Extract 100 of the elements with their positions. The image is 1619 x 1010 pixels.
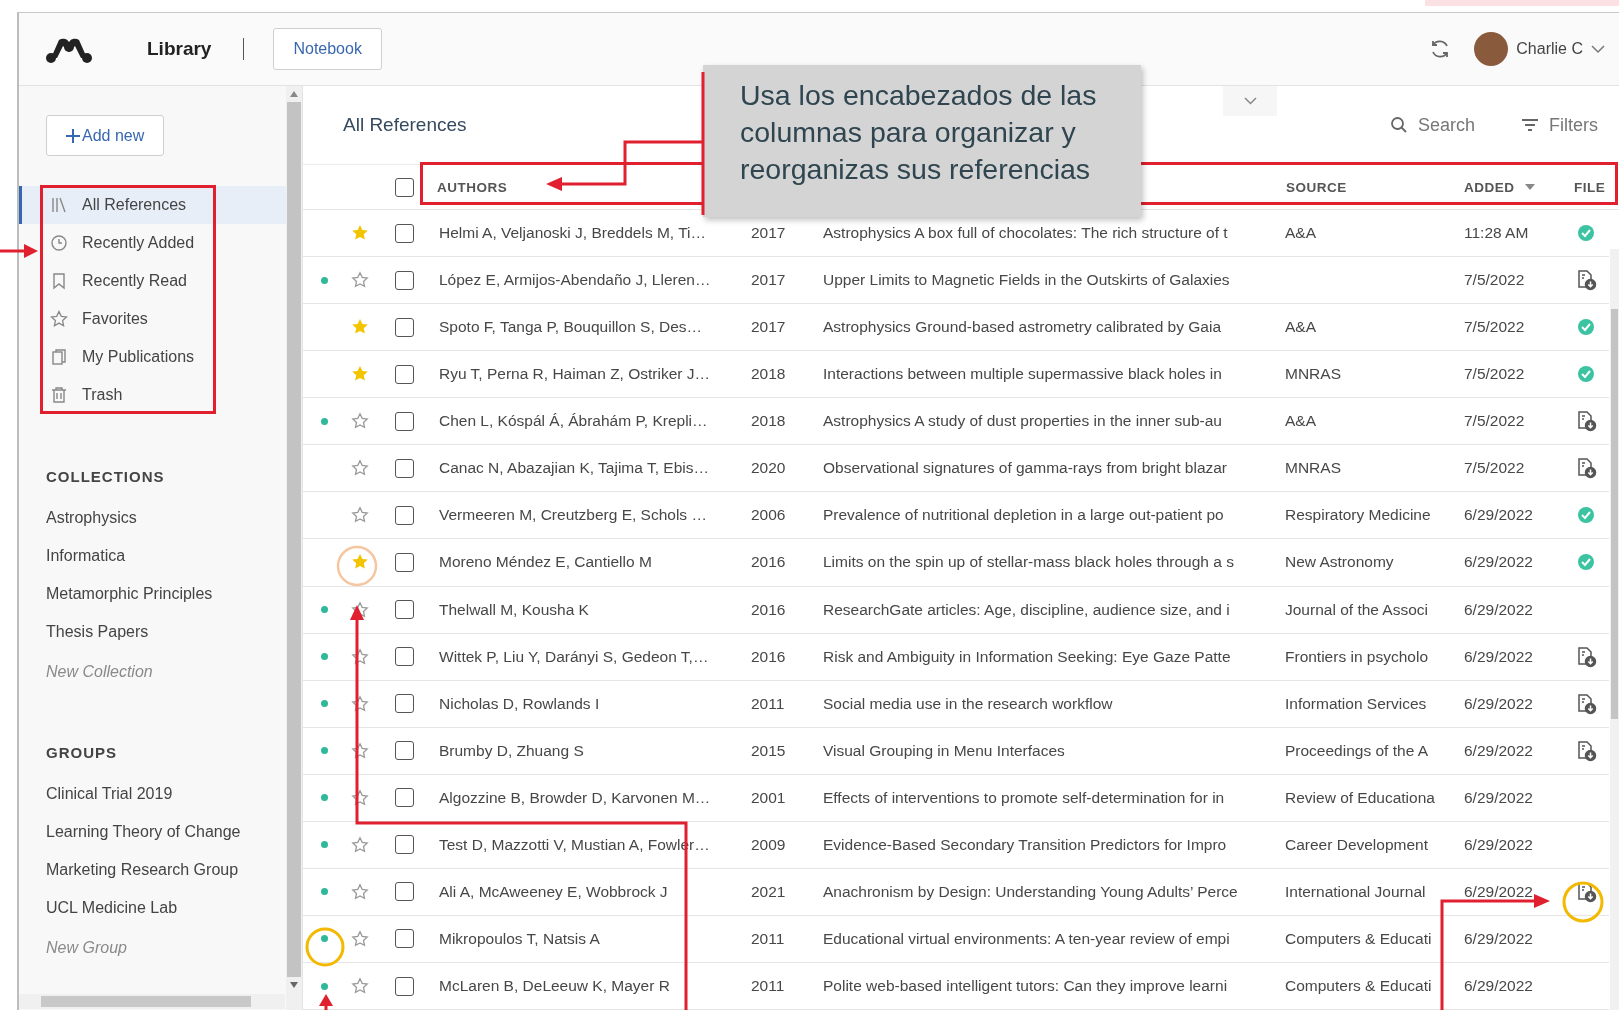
collection-item[interactable]: Thesis Papers bbox=[19, 613, 286, 651]
row-checkbox[interactable] bbox=[394, 788, 414, 808]
sidebar-item[interactable]: Trash bbox=[19, 376, 286, 414]
file-download-icon[interactable] bbox=[1575, 692, 1597, 715]
author-cell-text: Canac N, Abazajian K, Tajima T, Ebis… bbox=[438, 459, 710, 478]
row-checkbox[interactable] bbox=[394, 552, 414, 572]
favorite-star-icon[interactable] bbox=[351, 929, 369, 948]
user-name[interactable]: Charlie C bbox=[1516, 40, 1583, 58]
group-item[interactable]: UCL Medicine Lab bbox=[19, 889, 286, 927]
sidebar-item[interactable]: Recently Added bbox=[19, 224, 286, 262]
sidebar-item[interactable]: My Publications bbox=[19, 338, 286, 376]
clock-icon bbox=[50, 234, 68, 252]
row-checkbox[interactable] bbox=[394, 929, 414, 949]
filters-button[interactable]: Filters bbox=[1521, 114, 1598, 136]
favorite-star-icon[interactable] bbox=[351, 506, 369, 525]
sidebar-item[interactable]: Recently Read bbox=[19, 262, 286, 300]
title-cell-text: Astrophysics Ground-based astrometry calibrated by Gaia bbox=[822, 318, 1222, 337]
year-cell-text: 2011 bbox=[750, 929, 786, 948]
file-download-icon[interactable] bbox=[1575, 645, 1597, 668]
row-checkbox[interactable] bbox=[394, 741, 414, 761]
collection-item[interactable]: Metamorphic Principles bbox=[19, 575, 286, 613]
scroll-down-icon[interactable] bbox=[290, 982, 298, 988]
section-heading: GROUPS bbox=[46, 744, 118, 761]
row-checkbox[interactable] bbox=[394, 600, 414, 620]
group-item[interactable]: Clinical Trial 2019 bbox=[19, 775, 286, 813]
sidebar-item-label: All References bbox=[82, 196, 187, 214]
row-checkbox[interactable] bbox=[394, 505, 414, 525]
group-item[interactable]: Learning Theory of Change bbox=[19, 813, 286, 851]
add-new-button[interactable]: Add new bbox=[46, 115, 165, 156]
nav-tab[interactable]: Library bbox=[145, 34, 214, 64]
row-checkbox[interactable] bbox=[394, 976, 414, 996]
file-download-icon[interactable] bbox=[1575, 739, 1597, 762]
date-cell-text: 6/29/2022 bbox=[1463, 647, 1534, 666]
row-checkbox[interactable] bbox=[394, 223, 414, 243]
column-header[interactable]: ADDED bbox=[1456, 179, 1561, 195]
title-cell-text: Upper Limits to Magnetic Fields in the Outskirts of Galaxies bbox=[822, 271, 1231, 290]
favorite-star-icon[interactable] bbox=[351, 271, 369, 290]
row-checkbox[interactable] bbox=[394, 411, 414, 431]
collection-item[interactable]: Astrophysics bbox=[19, 499, 286, 537]
table-row[interactable]: Moreno Méndez E, Cantiello M 2016 Limits on the spin up of stellar-mass black holes through a s New Astronomy 6/29/2022 bbox=[303, 539, 1609, 587]
table-row[interactable]: Vermeeren M, Creutzberg E, Schols … 2006 Prevalence of nutritional depletion in a large out-patient po Respiratory Medicine 6/29/2022 bbox=[303, 492, 1609, 540]
scrollbar[interactable] bbox=[286, 86, 302, 1010]
scrollbar[interactable] bbox=[1610, 249, 1619, 1010]
row-checkbox[interactable] bbox=[394, 647, 414, 667]
sidebar-item[interactable]: All References bbox=[19, 186, 286, 224]
column-header[interactable]: SOURCE bbox=[1286, 179, 1347, 195]
sidebar-item-label: My Publications bbox=[82, 348, 195, 366]
year-cell-text: 2021 bbox=[750, 882, 787, 901]
favorite-star-icon[interactable] bbox=[351, 600, 369, 619]
sidebar-item[interactable]: Favorites bbox=[19, 300, 286, 338]
file-download-icon[interactable] bbox=[1575, 410, 1597, 433]
source-cell-text: Computers & Educati bbox=[1284, 929, 1433, 948]
table-row[interactable]: Ryu T, Perna R, Haiman Z, Ostriker J… 2018 Interactions between multiple supermassive black holes in MNRAS 7/5/2022 bbox=[303, 351, 1609, 399]
year-cell-text: 2020 bbox=[750, 459, 787, 478]
row-checkbox[interactable] bbox=[394, 835, 414, 855]
file-download-icon[interactable] bbox=[1575, 269, 1597, 292]
group-item[interactable]: Marketing Research Group bbox=[19, 851, 286, 889]
year-cell-text: 2017 bbox=[750, 318, 787, 337]
favorite-star-icon[interactable] bbox=[351, 788, 369, 807]
horizontal-scrollbar[interactable] bbox=[19, 994, 285, 1009]
year-cell-text: 2011 bbox=[750, 694, 786, 713]
date-cell-text: 6/29/2022 bbox=[1463, 506, 1534, 525]
favorite-star-icon[interactable] bbox=[351, 977, 369, 996]
nav-tab[interactable]: Notebook bbox=[273, 28, 382, 70]
favorite-star-icon[interactable] bbox=[351, 412, 369, 431]
list-title: All References bbox=[343, 114, 467, 136]
column-header[interactable]: AUTHORS bbox=[437, 179, 508, 195]
row-checkbox[interactable] bbox=[394, 882, 414, 902]
favorite-star-icon[interactable] bbox=[351, 741, 369, 760]
row-checkbox[interactable] bbox=[394, 270, 414, 290]
date-cell-text: 7/5/2022 bbox=[1463, 318, 1526, 337]
row-checkbox[interactable] bbox=[394, 458, 414, 478]
chevron-down-icon[interactable] bbox=[1591, 44, 1605, 54]
year-cell-text: 2017 bbox=[750, 271, 787, 290]
title-cell-text: Risk and Ambiguity in Information Seeking: Eye Gaze Patte bbox=[822, 647, 1232, 666]
callout-box: Usa los encabezados de las columnas para organizar y reorganizas sus referencias bbox=[703, 65, 1141, 217]
title-cell-text: Limits on the spin up of stellar-mass black holes through a s bbox=[822, 553, 1235, 572]
search-icon bbox=[1389, 116, 1408, 134]
table-row[interactable]: Canac N, Abazajian K, Tajima T, Ebis… 2020 Observational signatures of gamma-rays from bright blazar MNRAS 7/5/2022 bbox=[303, 445, 1609, 493]
select-all-checkbox[interactable] bbox=[394, 177, 414, 197]
file-download-icon[interactable] bbox=[1575, 457, 1597, 480]
author-cell-text: Algozzine B, Browder D, Karvonen M… bbox=[438, 788, 712, 807]
favorite-star-icon[interactable] bbox=[351, 882, 369, 901]
year-cell-text: 2006 bbox=[750, 506, 787, 525]
row-checkbox[interactable] bbox=[394, 694, 414, 714]
row-checkbox[interactable] bbox=[394, 317, 414, 337]
avatar[interactable] bbox=[1474, 32, 1509, 66]
favorite-star-icon[interactable] bbox=[351, 459, 369, 478]
favorite-star-icon[interactable] bbox=[351, 835, 369, 854]
favorite-star-icon[interactable] bbox=[351, 694, 369, 713]
collection-item[interactable]: Informatica bbox=[19, 537, 286, 575]
row-checkbox[interactable] bbox=[394, 364, 414, 384]
date-cell-text: 6/29/2022 bbox=[1463, 694, 1534, 713]
favorite-star-icon[interactable] bbox=[351, 647, 369, 666]
scroll-up-icon[interactable] bbox=[290, 91, 298, 97]
table-row[interactable]: Spoto F, Tanga P, Bouquillon S, Des… 2017 Astrophysics Ground-based astrometry calibrated by Gaia A&A 7/5/2022 bbox=[303, 304, 1609, 352]
search-button[interactable]: Search bbox=[1389, 114, 1475, 136]
title-cell-text: Polite web-based intelligent tutors: Can they improve learni bbox=[822, 977, 1229, 996]
date-cell-text: 7/5/2022 bbox=[1463, 271, 1526, 290]
column-header[interactable]: FILE bbox=[1574, 179, 1606, 195]
